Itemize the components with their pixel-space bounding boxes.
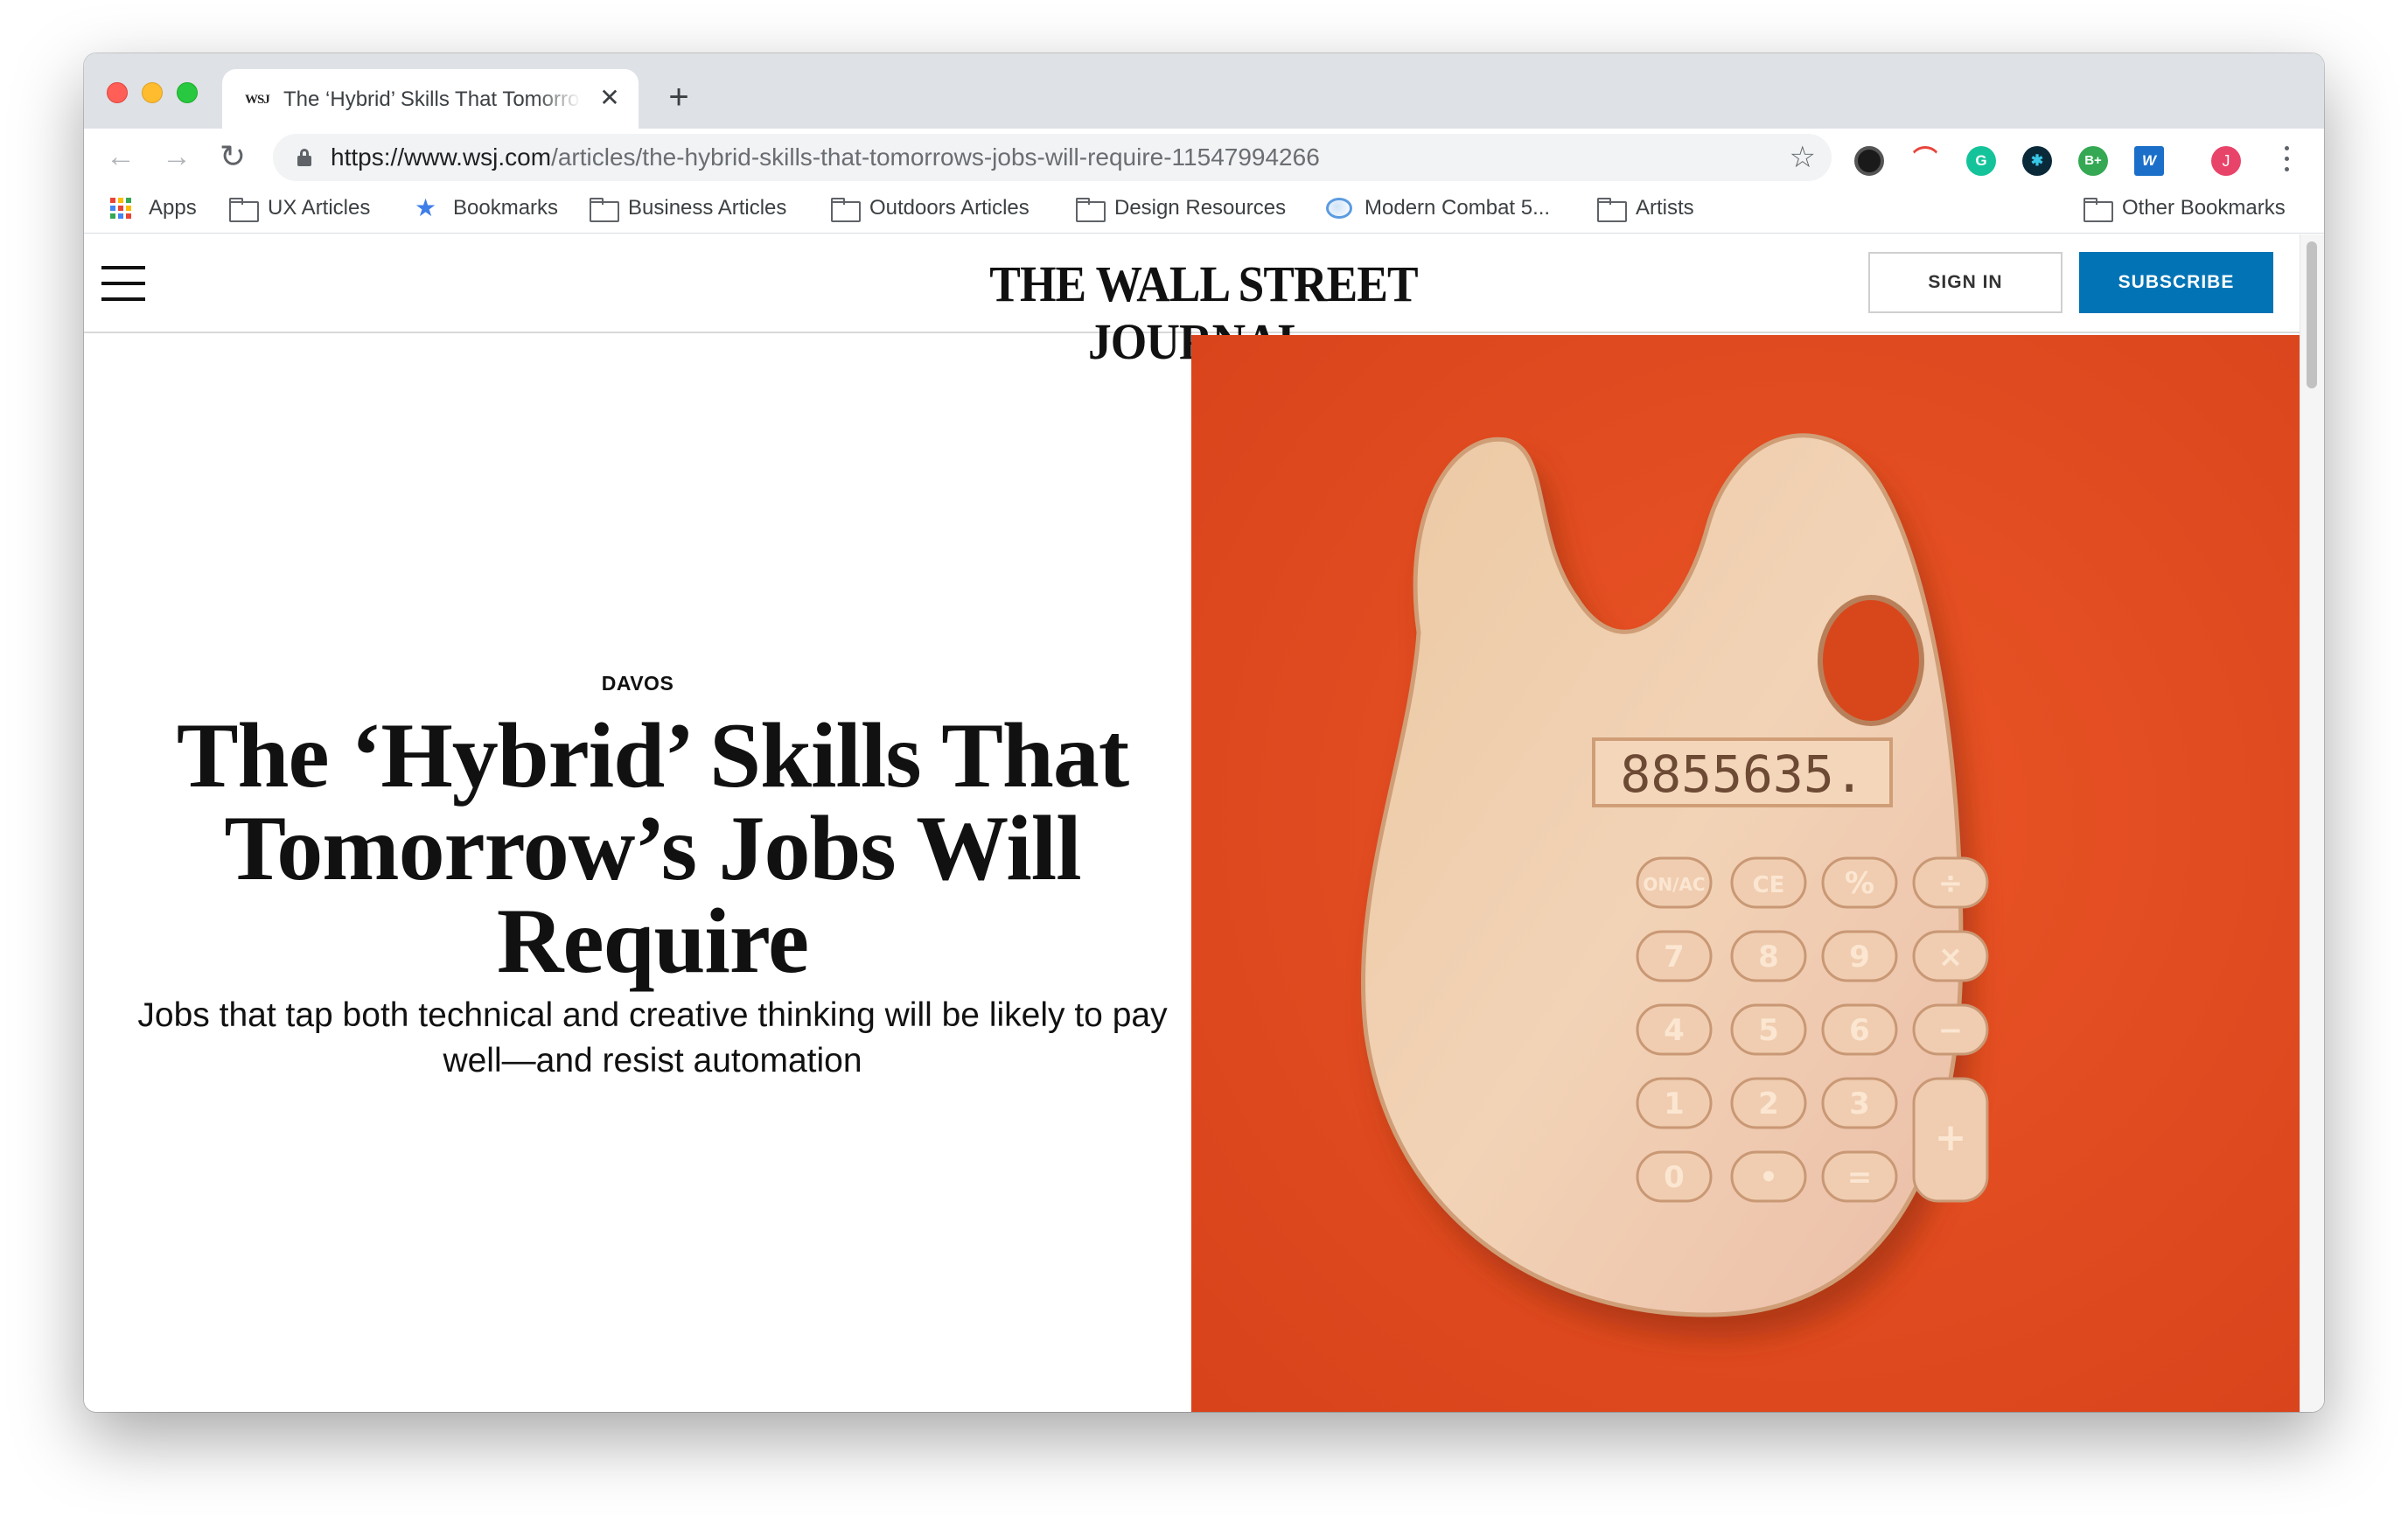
key-4: 4 <box>1664 1013 1685 1048</box>
scrollbar-thumb[interactable] <box>2307 241 2317 388</box>
key-multiply: × <box>1938 940 1964 975</box>
word-extension-icon[interactable]: W <box>2134 146 2164 176</box>
window-maximize-button[interactable] <box>177 82 198 103</box>
bookmark-design-resources[interactable]: Design Resources <box>1076 193 1286 223</box>
key-divide: ÷ <box>1938 866 1964 901</box>
folder-icon <box>2083 198 2113 222</box>
bookmark-modern-combat[interactable]: Modern Combat 5... <box>1326 193 1550 223</box>
apps-grid-icon <box>110 198 136 219</box>
folder-icon <box>229 198 259 222</box>
url-path: /articles/the-hybrid-skills-that-tomorro… <box>551 143 1320 171</box>
window-close-button[interactable] <box>107 82 128 103</box>
bookmark-outdoors-articles[interactable]: Outdoors Articles <box>831 193 1030 223</box>
wsj-logo[interactable]: THE WALL STREET JOURNAL. <box>978 255 1428 370</box>
folder-icon <box>590 198 619 222</box>
tab-title: The ‘Hybrid’ Skills That Tomorrow’s Jobs… <box>283 87 581 111</box>
bookmark-label: UX Articles <box>268 196 371 220</box>
bookmark-ux-articles[interactable]: UX Articles <box>229 193 370 223</box>
bookmark-other-bookmarks[interactable]: Other Bookmarks <box>2083 193 2286 223</box>
subscribe-button[interactable]: SUBSCRIBE <box>2079 252 2273 313</box>
bookmark-label: Other Bookmarks <box>2122 196 2286 220</box>
hero-image: 8855635. ON/AC CE % ÷ 7 8 9 × 4 5 6 − 1 … <box>1191 335 2300 1412</box>
address-bar[interactable]: https://www.wsj.com/articles/the-hybrid-… <box>273 134 1832 181</box>
key-5: 5 <box>1758 1013 1779 1048</box>
palette-calculator-illustration: 8855635. ON/AC CE % ÷ 7 8 9 × 4 5 6 − 1 … <box>1191 335 2300 1412</box>
rainbow-arc-extension-icon[interactable]: ⌒ <box>1910 146 1940 176</box>
key-plus: + <box>1935 1115 1967 1160</box>
bubble-extension-icon[interactable]: ✱ <box>2022 146 2052 176</box>
calculator-display-text: 8855635. <box>1620 744 1864 804</box>
article-headline: The ‘Hybrid’ Skills That Tomorrow’s Jobs… <box>176 704 1129 992</box>
key-3: 3 <box>1849 1086 1870 1121</box>
key-9: 9 <box>1849 940 1870 975</box>
bookmark-bookmarks[interactable]: ★ Bookmarks <box>415 193 558 223</box>
bookmark-star-icon[interactable]: ☆ <box>1790 141 1816 174</box>
globe-icon <box>1326 198 1352 219</box>
key-percent: % <box>1845 866 1874 901</box>
url-host: https://www.wsj.com <box>331 143 552 171</box>
tab-strip: WSJ The ‘Hybrid’ Skills That Tomorrow’s … <box>84 53 2324 129</box>
bookmark-business-articles[interactable]: Business Articles <box>590 193 786 223</box>
key-1: 1 <box>1664 1086 1685 1121</box>
key-0: 0 <box>1664 1160 1685 1195</box>
bookmark-label: Business Articles <box>628 196 787 220</box>
scrollbar[interactable] <box>2300 234 2324 1412</box>
browser-menu-icon[interactable] <box>2278 144 2295 174</box>
bookmark-label: Bookmarks <box>453 196 559 220</box>
bookmark-label: Artists <box>1636 196 1694 220</box>
key-7: 7 <box>1664 940 1685 975</box>
folder-icon <box>831 198 861 222</box>
sign-in-button[interactable]: SIGN IN <box>1868 252 2063 313</box>
bookmark-apps[interactable]: Apps <box>110 193 197 223</box>
lock-icon[interactable] <box>297 149 311 166</box>
section-label[interactable]: DAVOS <box>84 672 1191 695</box>
forward-arrow-icon[interactable]: → <box>157 137 196 176</box>
article-hero-text: DAVOS The ‘Hybrid’ Skills That Tomorrow’… <box>84 335 1191 1412</box>
tab-close-icon[interactable]: ✕ <box>597 85 623 111</box>
bookmark-artists[interactable]: Artists <box>1597 193 1694 223</box>
key-dot: • <box>1759 1160 1778 1195</box>
bookmark-label: Modern Combat 5... <box>1365 196 1551 220</box>
bookmark-label: Apps <box>149 196 197 220</box>
star-icon: ★ <box>415 194 437 221</box>
grammarly-extension-icon[interactable]: G <box>1966 146 1996 176</box>
bookmarks-bar: Apps UX Articles ★ Bookmarks Business Ar… <box>84 185 2324 234</box>
key-equals: = <box>1847 1160 1873 1195</box>
bplus-extension-icon[interactable]: B+ <box>2078 146 2108 176</box>
key-8: 8 <box>1758 940 1779 975</box>
bookmark-label: Design Resources <box>1114 196 1287 220</box>
key-2: 2 <box>1758 1086 1779 1121</box>
key-on-ac: ON/AC <box>1643 874 1705 895</box>
site-header: THE WALL STREET JOURNAL. SIGN IN SUBSCRI… <box>84 234 2300 370</box>
folder-icon <box>1076 198 1106 222</box>
key-minus: − <box>1938 1013 1964 1048</box>
article-dek: Jobs that tap both technical and creativ… <box>137 996 1168 1079</box>
key-ce: CE <box>1753 872 1785 898</box>
reload-icon[interactable]: ↻ <box>213 137 252 176</box>
profile-avatar[interactable]: J <box>2211 146 2241 176</box>
active-tab[interactable]: WSJ The ‘Hybrid’ Skills That Tomorrow’s … <box>222 69 639 129</box>
page-viewport: THE WALL STREET JOURNAL. SIGN IN SUBSCRI… <box>84 234 2324 1412</box>
hamburger-menu-icon[interactable] <box>101 264 145 303</box>
window-minimize-button[interactable] <box>142 82 163 103</box>
bookmark-label: Outdoors Articles <box>869 196 1030 220</box>
dark-eye-extension-icon[interactable] <box>1854 146 1884 176</box>
back-arrow-icon[interactable]: ← <box>101 137 140 176</box>
browser-toolbar: ← → ↻ https://www.wsj.com/articles/the-h… <box>84 129 2324 185</box>
folder-icon <box>1597 198 1627 222</box>
url-text[interactable]: https://www.wsj.com/articles/the-hybrid-… <box>331 143 1320 171</box>
key-6: 6 <box>1849 1013 1870 1048</box>
browser-window: WSJ The ‘Hybrid’ Skills That Tomorrow’s … <box>84 53 2324 1412</box>
wsj-favicon-icon: WSJ <box>245 93 270 107</box>
new-tab-button[interactable]: + <box>661 80 696 115</box>
